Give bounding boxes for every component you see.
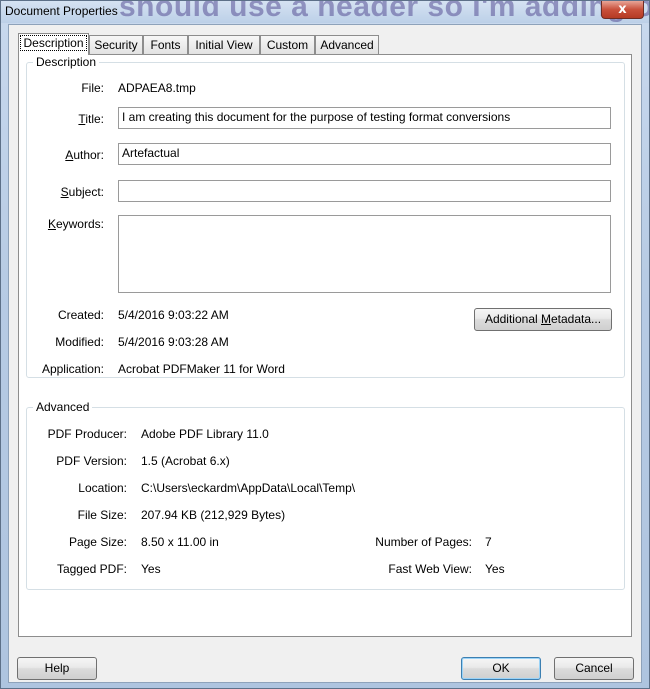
subject-label: Subject: (61, 185, 104, 199)
number-of-pages-value: 7 (485, 535, 492, 549)
keywords-label-rest: eywords: (55, 217, 104, 231)
pdf-version-label: PDF Version: (56, 454, 127, 468)
description-group-title: Description (33, 55, 100, 69)
tab-security-label: Security (94, 38, 138, 52)
pdf-producer-label: PDF Producer: (47, 427, 127, 441)
tab-initial-view[interactable]: Initial View (188, 35, 260, 54)
page-size-value: 8.50 x 11.00 in (141, 535, 219, 549)
created-value: 5/4/2016 9:03:22 AM (118, 308, 229, 322)
tab-advanced-label: Advanced (320, 38, 374, 52)
application-label: Application: (41, 362, 104, 376)
description-tab-panel: Description File: ADPAEA8.tmp Title: I a… (18, 54, 632, 637)
author-label: Author: (65, 148, 104, 162)
file-label: File: (81, 81, 104, 95)
additional-metadata-button[interactable]: Additional Metadata... (474, 308, 612, 331)
application-value: Acrobat PDFMaker 11 for Word (118, 362, 285, 376)
tagged-pdf-value: Yes (141, 562, 161, 576)
tab-initial-view-label: Initial View (195, 38, 253, 52)
title-input[interactable]: I am creating this document for the purp… (118, 107, 611, 129)
location-value: C:\Users\eckardm\AppData\Local\Temp\ (141, 481, 356, 495)
help-button[interactable]: Help (17, 657, 97, 680)
subject-label-rest: ubject: (68, 185, 104, 199)
modified-label: Modified: (55, 335, 104, 349)
tab-description[interactable]: Description (18, 33, 89, 55)
title-label: Title: (78, 112, 104, 126)
advanced-group-title: Advanced (33, 400, 93, 414)
keywords-label-key: K (47, 217, 56, 231)
author-label-rest: uthor: (73, 148, 104, 162)
additional-metadata-pre: Additional (484, 312, 541, 326)
cancel-button[interactable]: Cancel (554, 657, 634, 680)
created-label: Created: (57, 308, 104, 322)
dialog-client-area: Description Security Fonts Initial View … (8, 24, 642, 683)
tagged-pdf-label: Tagged PDF: (56, 562, 127, 576)
number-of-pages-label: Number of Pages: (375, 535, 472, 549)
document-properties-dialog: should use a header so I'm adding one Do… (0, 0, 650, 689)
page-size-label: Page Size: (68, 535, 127, 549)
background-document-text: should use a header so I'm adding one (119, 1, 649, 23)
tab-description-label: Description (20, 35, 87, 51)
fast-web-view-label: Fast Web View: (388, 562, 472, 576)
tab-custom-label: Custom (266, 38, 309, 52)
tab-fonts[interactable]: Fonts (143, 35, 188, 54)
title-label-rest: itle: (85, 112, 104, 126)
author-input[interactable]: Artefactual (118, 143, 611, 165)
subject-label-key: S (60, 185, 69, 199)
location-label: Location: (78, 481, 127, 495)
file-size-value: 207.94 KB (212,929 Bytes) (141, 508, 286, 522)
tab-custom[interactable]: Custom (260, 35, 315, 54)
keywords-textarea[interactable] (118, 215, 611, 293)
title-bar[interactable]: should use a header so I'm adding one Do… (1, 1, 649, 23)
window-title: Document Properties (5, 4, 118, 18)
additional-metadata-post: etadata... (551, 312, 602, 326)
tab-fonts-label: Fonts (150, 38, 181, 52)
tab-security[interactable]: Security (89, 35, 143, 54)
description-group: Description File: ADPAEA8.tmp Title: I a… (26, 55, 625, 378)
keywords-label: Keywords: (48, 217, 104, 231)
advanced-group: Advanced PDF Producer: Adobe PDF Library… (26, 400, 625, 590)
modified-value: 5/4/2016 9:03:28 AM (118, 335, 229, 349)
tab-advanced[interactable]: Advanced (315, 35, 379, 54)
ok-button[interactable]: OK (461, 657, 541, 680)
file-value: ADPAEA8.tmp (118, 81, 196, 95)
fast-web-view-value: Yes (485, 562, 505, 576)
close-icon[interactable]: x (601, 1, 644, 19)
file-size-label: File Size: (77, 508, 127, 522)
pdf-producer-value: Adobe PDF Library 11.0 (141, 427, 269, 441)
additional-metadata-key: M (541, 312, 551, 326)
pdf-version-value: 1.5 (Acrobat 6.x) (141, 454, 230, 468)
subject-input[interactable] (118, 180, 611, 202)
